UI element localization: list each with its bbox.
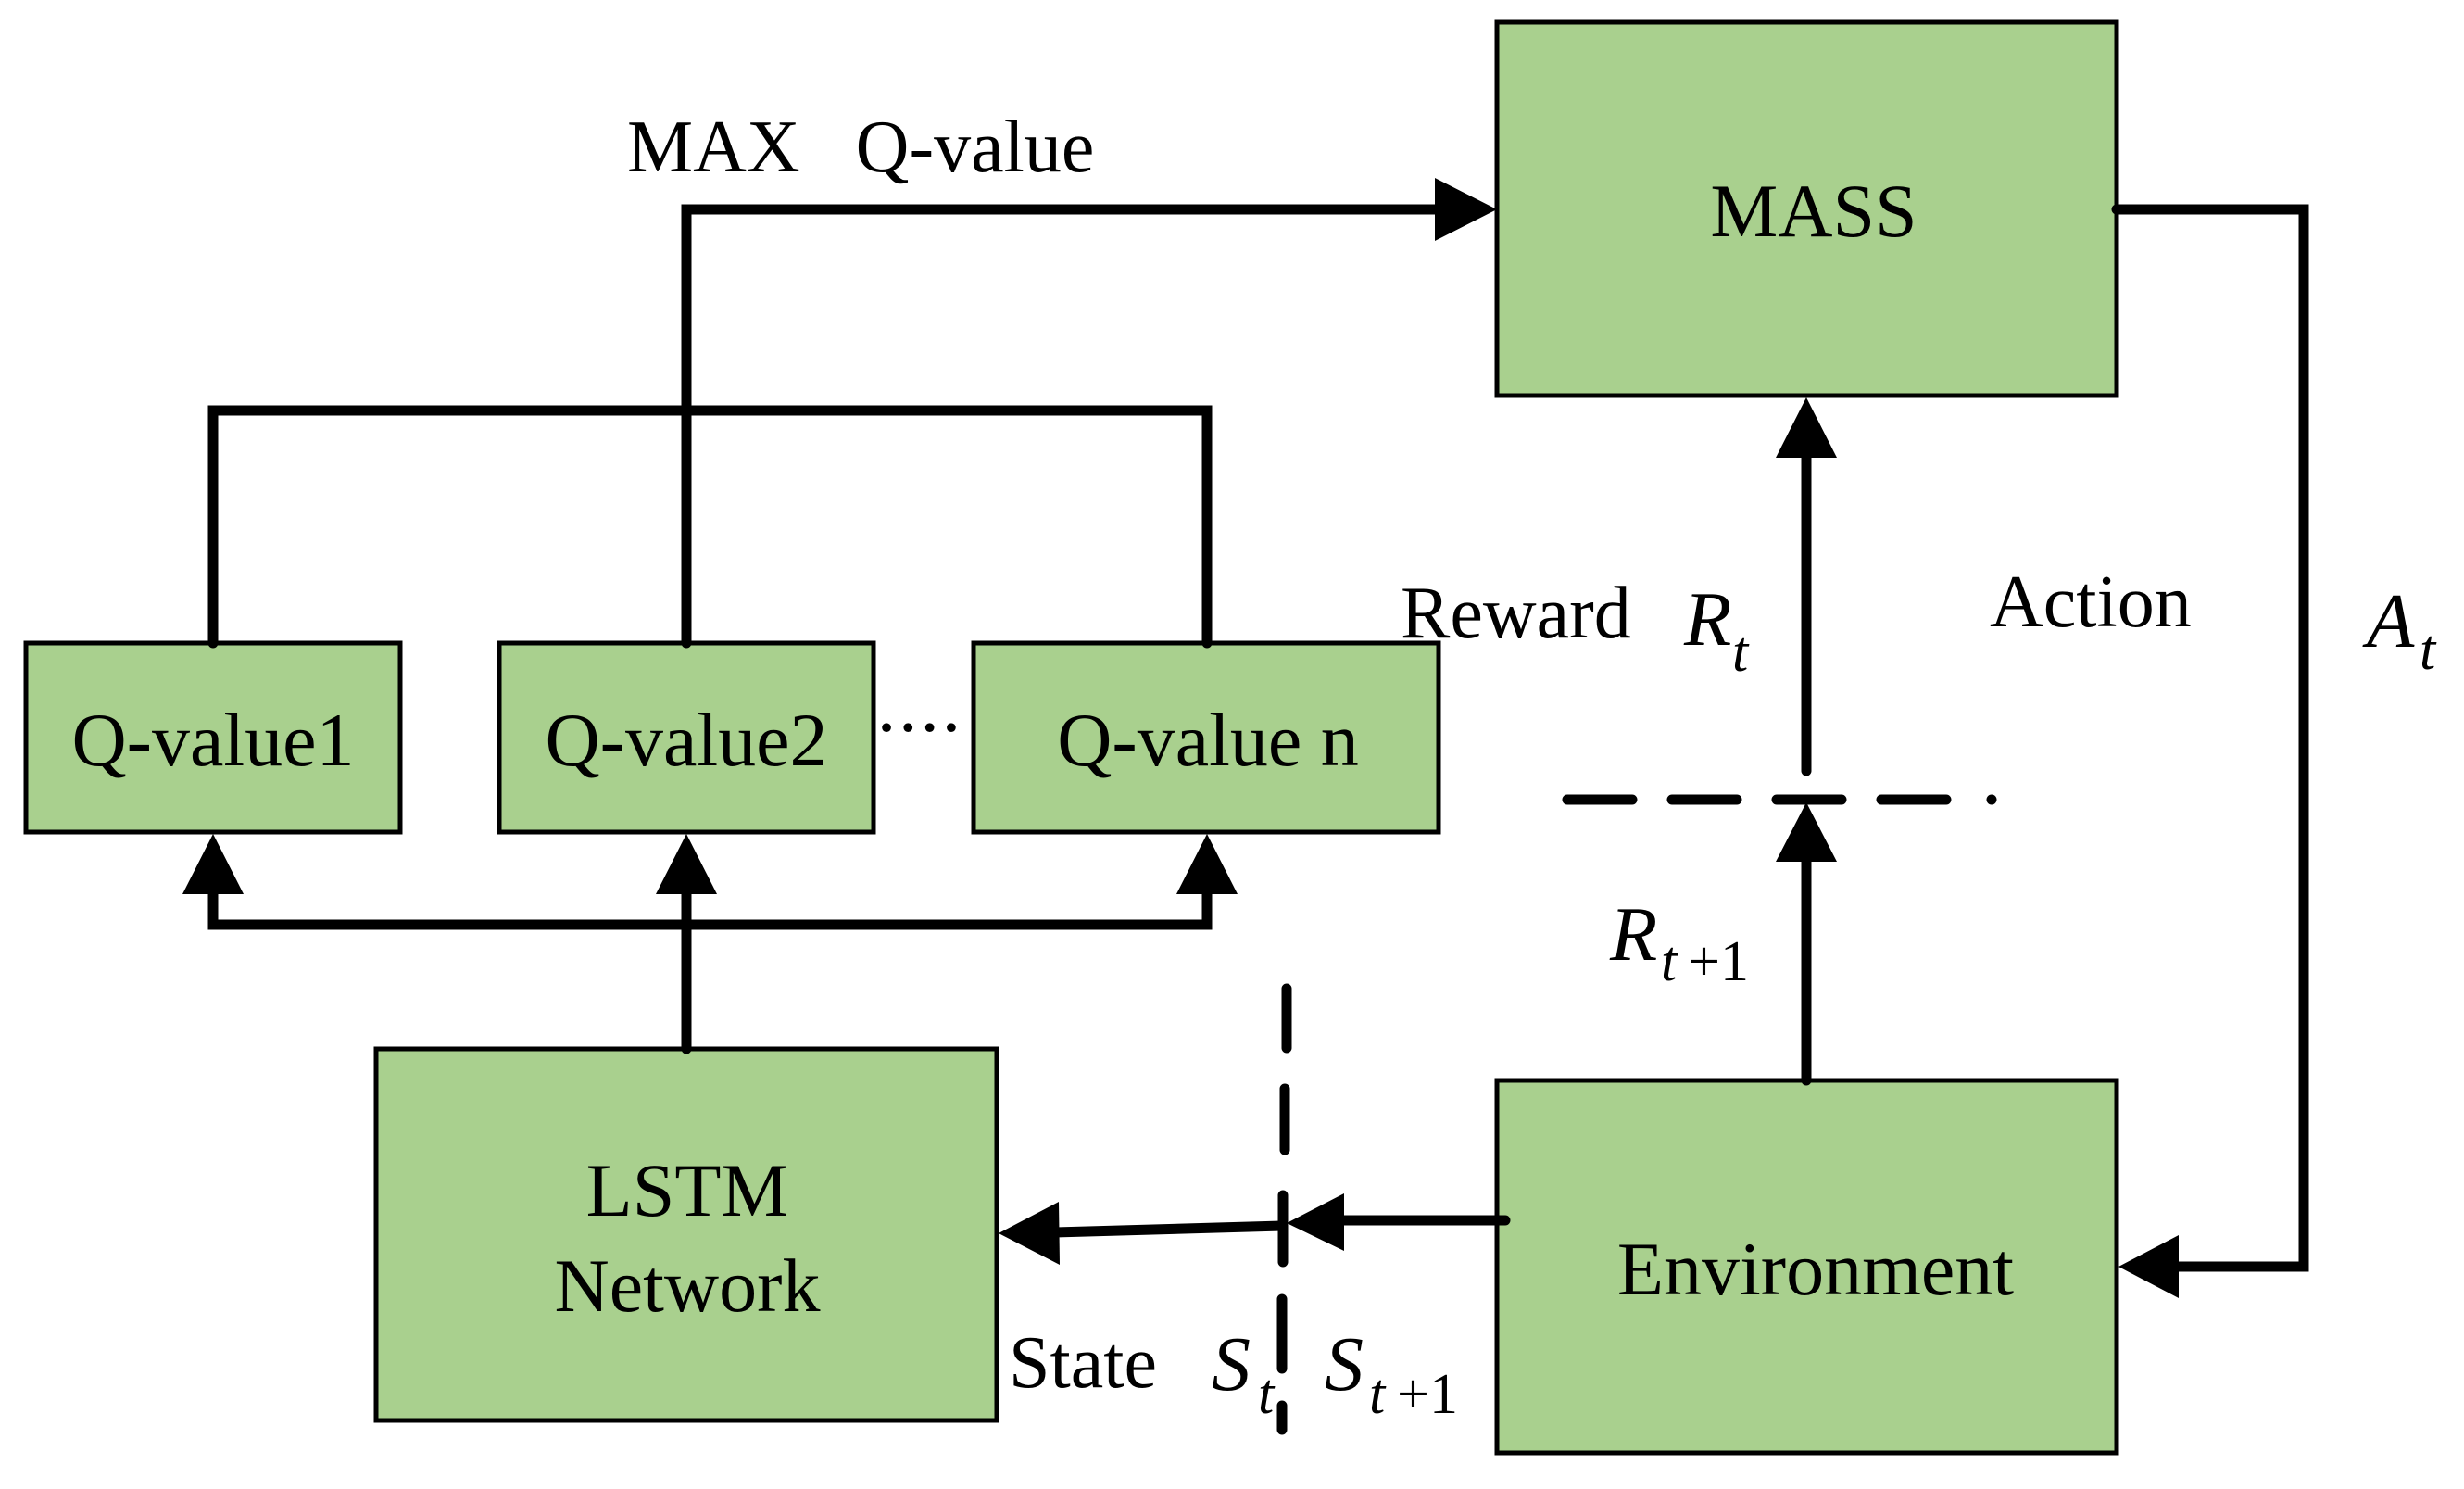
lstm-box [373, 1046, 999, 1423]
reward-next-subscript-offset: +1 [1688, 930, 1749, 993]
q-values-top-bus [207, 405, 1213, 649]
lstm-node: LSTM Network [373, 1046, 999, 1423]
state-next-subscript-offset: +1 [1397, 1363, 1458, 1426]
time-step-divider-vertical [1276, 983, 1292, 1435]
environment-node: Environment [1494, 1078, 2119, 1456]
action-connector [2111, 204, 2309, 1272]
q-value-2-label: Q-value2 [545, 698, 827, 782]
arrowhead-to-mass-reward [1776, 397, 1837, 458]
q-value-2-node: Q-value2 [497, 640, 876, 835]
drl-architecture-diagram: MASS Q-value1 Q-value2 ···· Q-value n LS… [23, 19, 2437, 1456]
mass-node: MASS [1494, 19, 2119, 398]
arrowhead-to-q-value-1 [182, 834, 244, 894]
q-value-1-node: Q-value1 [23, 640, 403, 835]
state-next-subscript: t [1369, 1363, 1387, 1426]
max-q-value-label: MAX Q-value [627, 107, 1094, 188]
state-label: State [1009, 1322, 1157, 1404]
state-next-symbol: S [1325, 1321, 1364, 1407]
reward-subscript: t [1732, 621, 1750, 684]
q-value-1-label: Q-value1 [71, 698, 354, 782]
arrowhead-reward-next [1776, 802, 1837, 862]
action-symbol: A [2362, 578, 2415, 664]
max-q-connector [681, 204, 1446, 649]
q-values-bottom-bus [207, 886, 1213, 930]
action-subscript: t [2420, 619, 2437, 682]
reward-next-symbol: R [1609, 891, 1657, 978]
arrowhead-to-q-value-n [1176, 834, 1238, 894]
q-value-n-label: Q-value n [1057, 698, 1359, 782]
ellipsis: ···· [874, 685, 960, 769]
arrowhead-to-lstm [999, 1202, 1060, 1265]
arrowhead-to-environment [2118, 1235, 2179, 1298]
lstm-label-line1: LSTM [586, 1148, 789, 1232]
arrowhead-state-next [1287, 1193, 1344, 1251]
action-label: Action [1990, 562, 2192, 643]
reward-next-subscript: t [1661, 930, 1678, 993]
state-symbol: S [1212, 1321, 1251, 1407]
q-value-n-node: Q-value n [971, 640, 1441, 835]
divider-dot [1986, 794, 1997, 805]
state-line [1050, 1220, 1288, 1238]
reward-label: Reward [1401, 573, 1631, 654]
arrowhead-to-q-value-2 [656, 834, 717, 894]
state-subscript: t [1258, 1363, 1276, 1426]
lstm-label-line2: Network [555, 1243, 821, 1328]
mass-label: MASS [1710, 169, 1917, 253]
environment-label: Environment [1617, 1227, 2014, 1311]
reward-symbol: R [1683, 576, 1731, 662]
arrowhead-to-mass [1435, 178, 1497, 241]
